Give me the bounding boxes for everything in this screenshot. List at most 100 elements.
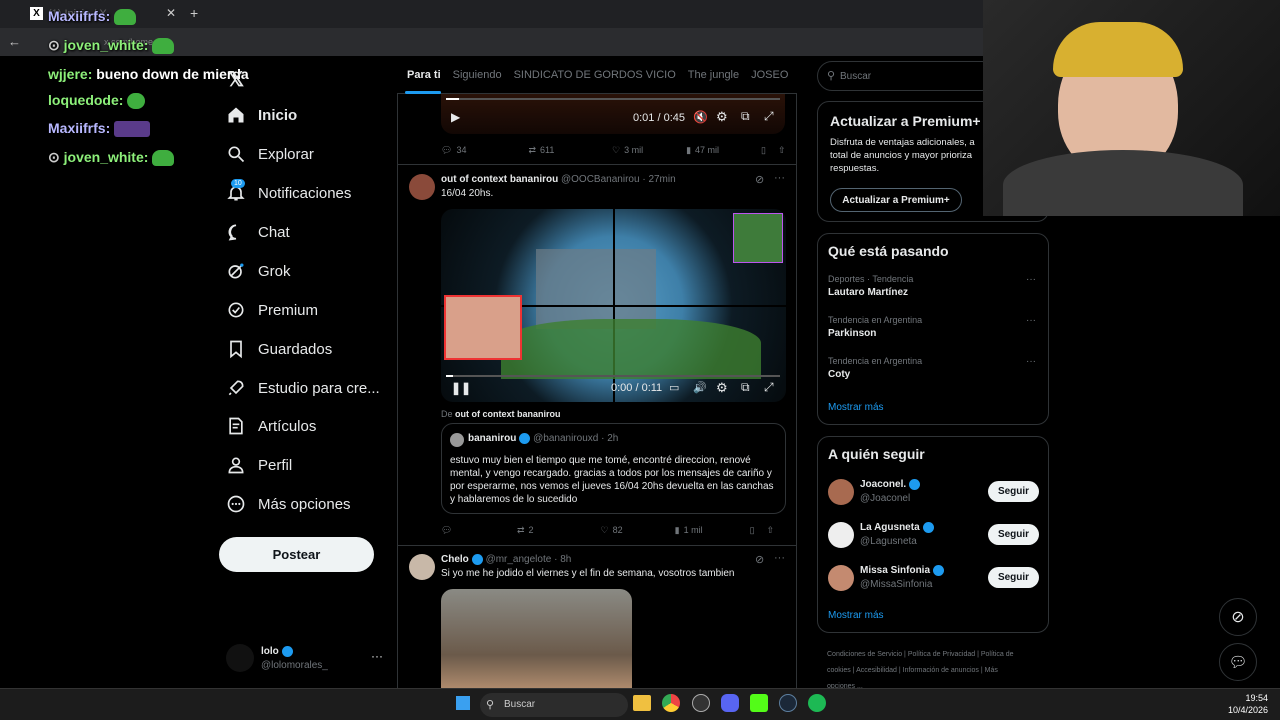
tab-for-you[interactable]: Para ti xyxy=(407,69,441,81)
obs-icon[interactable] xyxy=(692,694,710,712)
footer-link[interactable]: Política de Privacidad xyxy=(908,651,975,658)
search-box[interactable]: ⚲ Buscar xyxy=(817,61,997,91)
chrome-icon[interactable] xyxy=(662,694,680,712)
post-image[interactable] xyxy=(441,589,632,688)
follow-button[interactable]: Seguir xyxy=(988,481,1039,502)
more-circle-icon xyxy=(227,495,245,513)
nav-home[interactable]: Inicio xyxy=(226,99,297,131)
taskbar-time[interactable]: 19:54 xyxy=(1240,693,1268,703)
kick-icon[interactable] xyxy=(750,694,768,712)
post-button[interactable]: Postear xyxy=(219,537,374,572)
chat-bubble-icon xyxy=(228,224,237,241)
verified-icon xyxy=(933,565,945,576)
more-icon[interactable]: ··· xyxy=(774,172,785,184)
search-input[interactable]: Buscar xyxy=(840,71,871,82)
follow-title: A quién seguir xyxy=(828,446,925,462)
pause-icon[interactable]: ❚❚ xyxy=(451,381,471,395)
tab-list-joseo[interactable]: JOSEO xyxy=(751,69,788,81)
settings-icon[interactable]: ⚙ xyxy=(716,380,728,396)
follow-item[interactable]: La Agusneta @Lagusneta Seguir xyxy=(828,520,1040,552)
tab-list-jungle[interactable]: The jungle xyxy=(688,69,739,81)
tab-following[interactable]: Siguiendo xyxy=(453,69,502,81)
fullscreen-icon[interactable]: ⤢ xyxy=(764,109,774,124)
show-more-link[interactable]: Mostrar más xyxy=(828,402,884,413)
captions-icon[interactable]: ▭ xyxy=(669,381,679,394)
quote-handle: @bananirouxd xyxy=(533,433,599,445)
trend-item[interactable]: Tendencia en Argentina Parkinson ··· xyxy=(828,315,1040,339)
nav-premium[interactable]: Premium xyxy=(226,294,318,326)
show-more-link[interactable]: Mostrar más xyxy=(828,610,884,621)
reply-icon[interactable]: 💬︎ xyxy=(441,145,452,156)
bookmark-icon[interactable]: ▯ xyxy=(750,525,755,536)
pip-icon[interactable]: ⧉ xyxy=(741,109,750,124)
nav-creator-studio[interactable]: Estudio para cre... xyxy=(226,372,380,404)
play-icon[interactable]: ▶ xyxy=(451,110,460,124)
bookmark-icon xyxy=(230,340,242,359)
nav-notifications[interactable]: Notificaciones 10 xyxy=(226,177,351,209)
more-icon[interactable]: ··· xyxy=(371,649,383,663)
spotify-icon[interactable] xyxy=(808,694,826,712)
fullscreen-icon[interactable]: ⤢ xyxy=(764,380,774,395)
footer-link[interactable]: Condiciones de Servicio xyxy=(827,651,902,658)
video-player[interactable]: ❚❚ 0:00 / 0:11 ▭ 🔊 ⚙ ⧉ ⤢ xyxy=(441,209,786,402)
nav-articles[interactable]: Artículos xyxy=(226,410,316,442)
nav-bookmarks[interactable]: Guardados xyxy=(226,333,332,365)
nav-grok[interactable]: Grok xyxy=(226,255,291,287)
windows-start-icon[interactable] xyxy=(455,695,471,711)
like-icon[interactable]: ♡ xyxy=(612,145,620,156)
footer-link[interactable]: Información de anuncios xyxy=(903,667,979,674)
nav-more[interactable]: Más opciones xyxy=(226,488,351,520)
verified-icon xyxy=(519,433,531,444)
views-icon[interactable]: ▮ xyxy=(686,145,691,156)
nav-chat[interactable]: Chat xyxy=(226,216,290,248)
tab-list-sindicato[interactable]: SINDICATO DE GORDOS VICIO xyxy=(514,69,676,81)
grok-icon[interactable]: ⊘ xyxy=(755,173,764,186)
rocket-icon xyxy=(228,380,244,396)
new-tab-icon[interactable]: + xyxy=(190,5,198,21)
bookmark-icon[interactable]: ▯ xyxy=(761,145,766,156)
reply-icon[interactable]: 💬︎ xyxy=(441,525,517,536)
steam-icon[interactable] xyxy=(779,694,797,712)
nav-profile[interactable]: Perfil xyxy=(226,449,292,481)
mute-icon[interactable]: 🔇 xyxy=(693,110,708,124)
follow-button[interactable]: Seguir xyxy=(988,567,1039,588)
trend-item[interactable]: Deportes · Tendencia Lautaro Martínez ··… xyxy=(828,274,1040,298)
follow-item[interactable]: Joaconel. @Joaconel Seguir xyxy=(828,477,1040,509)
post-header: Chelo @mr_angelote · 8h xyxy=(441,554,572,566)
taskbar-date[interactable]: 10/4/2026 xyxy=(1222,705,1268,715)
taskbar-search[interactable]: ⚲ Buscar xyxy=(480,693,628,717)
post-actions: 💬︎ 34 ⇄ 611 ♡ 3 mil ▮ 47 mil ▯ ⇧ xyxy=(441,144,786,156)
premium-button[interactable]: Actualizar a Premium+ xyxy=(830,188,962,212)
pip-icon[interactable]: ⧉ xyxy=(741,380,750,395)
settings-icon[interactable]: ⚙ xyxy=(716,109,728,125)
repost-icon[interactable]: ⇄ xyxy=(528,145,536,156)
views-icon[interactable]: ▮ xyxy=(675,525,680,536)
more-icon[interactable]: ··· xyxy=(774,552,785,564)
video-source: De out of context bananirou xyxy=(441,409,561,419)
avatar[interactable] xyxy=(409,554,435,580)
video-player[interactable]: ▶ 0:01 / 0:45 🔇 ⚙ ⧉ ⤢ xyxy=(441,94,785,134)
trend-item[interactable]: Tendencia en Argentina Coty ··· xyxy=(828,356,1040,380)
share-icon[interactable]: ⇧ xyxy=(767,525,775,536)
like-icon[interactable]: ♡ xyxy=(601,525,609,536)
share-icon[interactable]: ⇧ xyxy=(778,145,786,156)
follow-item[interactable]: Missa Sinfonia @MissaSinfonia Seguir xyxy=(828,563,1040,595)
nav-explore[interactable]: Explorar xyxy=(226,138,314,170)
x-logo-icon[interactable]: 𝕏 xyxy=(228,67,244,92)
messages-fab[interactable]: 💬︎ xyxy=(1219,643,1257,681)
avatar[interactable] xyxy=(409,174,435,200)
repost-icon[interactable]: ⇄ xyxy=(517,525,525,536)
footer-link[interactable]: Accesibilidad xyxy=(856,667,897,674)
quoted-post[interactable]: bananirou @bananirouxd · 2h estuvo muy b… xyxy=(441,423,786,514)
volume-icon[interactable]: 🔊 xyxy=(693,381,707,394)
close-tab-icon[interactable]: ✕ xyxy=(166,6,176,20)
follow-button[interactable]: Seguir xyxy=(988,524,1039,545)
avatar xyxy=(828,522,854,548)
file-explorer-icon[interactable] xyxy=(633,695,651,711)
verified-icon xyxy=(909,479,921,490)
account-switcher[interactable]: lolo @lolomorales_ ··· xyxy=(226,644,386,676)
grok-fab[interactable]: ⊘ xyxy=(1219,598,1257,636)
back-icon[interactable]: ← xyxy=(8,34,21,49)
grok-icon[interactable]: ⊘ xyxy=(755,553,764,566)
discord-icon[interactable] xyxy=(721,694,739,712)
